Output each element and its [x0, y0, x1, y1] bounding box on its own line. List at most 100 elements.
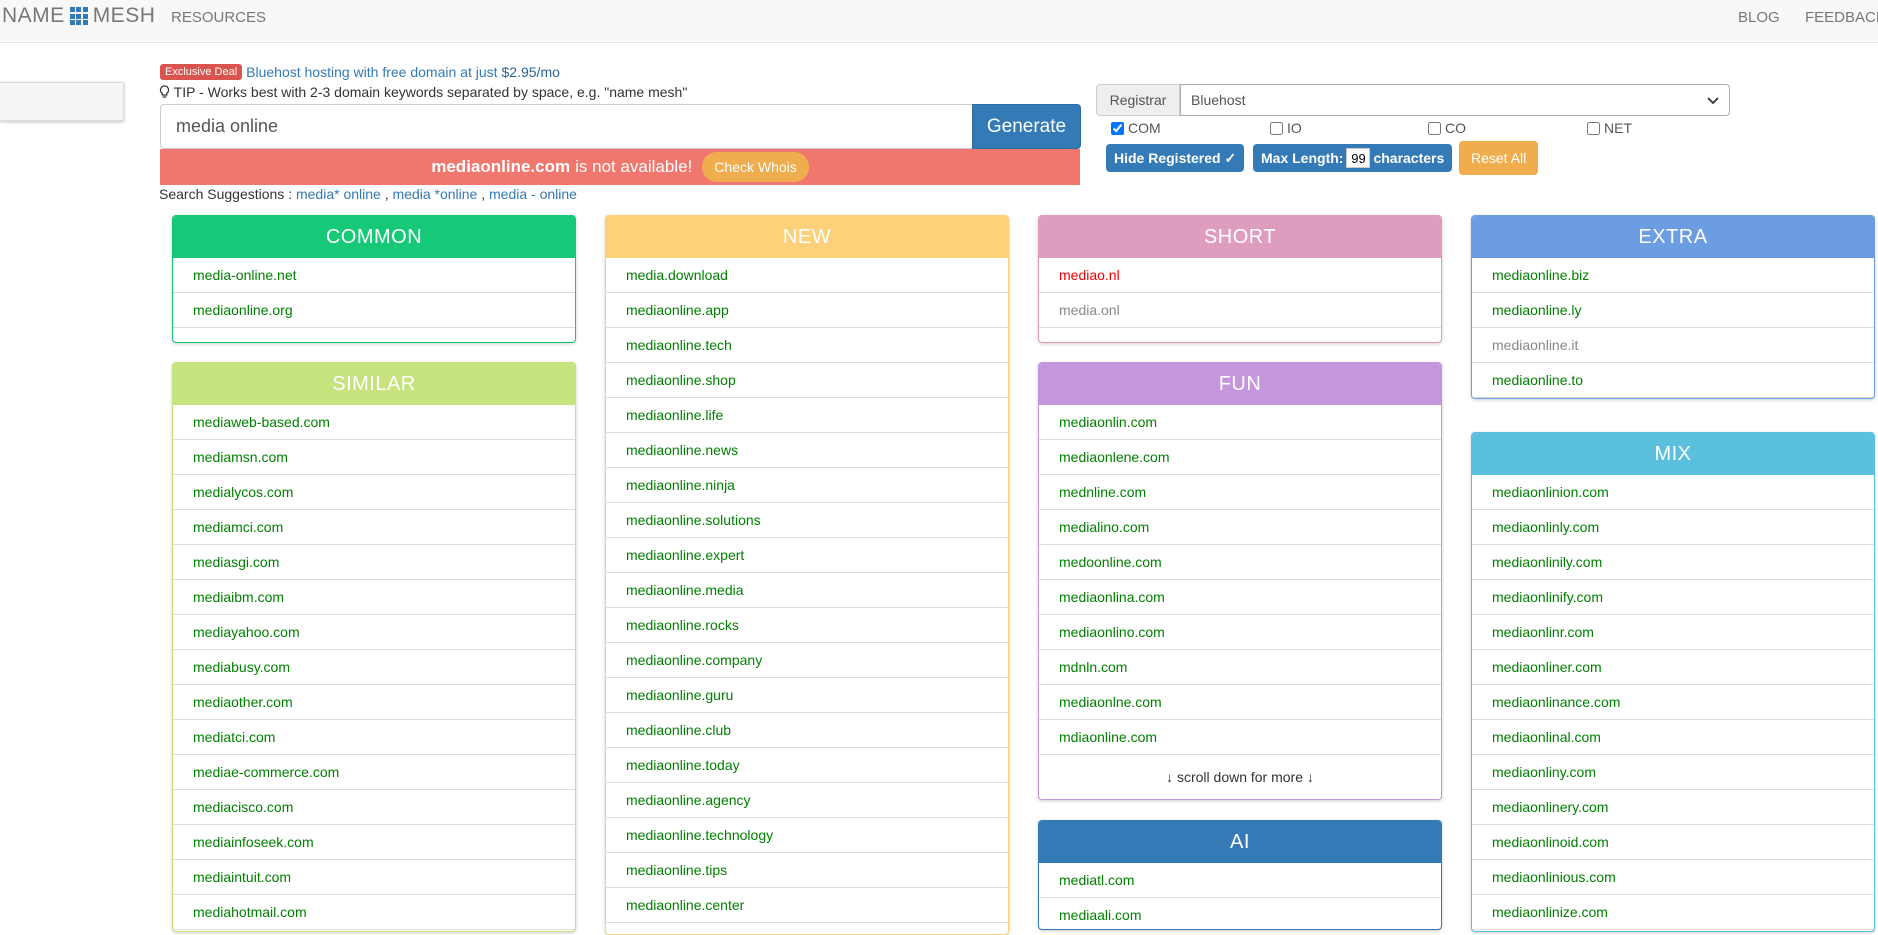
domain-list-item[interactable]: mediacisco.com: [173, 790, 575, 825]
domain-list-item[interactable]: mediaonlino.com: [1039, 615, 1441, 650]
suggestion-link[interactable]: media - online: [489, 186, 577, 202]
domain-list-item[interactable]: mediaonline.biz: [1472, 258, 1874, 293]
tld-co-checkbox[interactable]: [1428, 121, 1441, 135]
domain-list-item[interactable]: mediaonline.solutions: [606, 503, 1008, 538]
domain-list-item[interactable]: mediaonline.org: [173, 293, 575, 328]
tld-checkbox-net[interactable]: NET: [1587, 120, 1632, 136]
domain-list-item[interactable]: mediaonliner.com: [1472, 650, 1874, 685]
domain-list-item[interactable]: mediaonlinery.com: [1472, 790, 1874, 825]
domain-list-item[interactable]: mediaintuit.com: [173, 860, 575, 895]
domain-list-item[interactable]: mediaonlinion.com: [1472, 475, 1874, 510]
hide-registered-toggle[interactable]: Hide Registered ✓: [1106, 144, 1245, 172]
domain-list-item[interactable]: mediaonline.app: [606, 293, 1008, 328]
domain-list-item[interactable]: mediaonline.technology: [606, 818, 1008, 853]
domain-list-item[interactable]: mediayahoo.com: [173, 615, 575, 650]
domain-list-item[interactable]: mediaonlne.com: [1039, 685, 1441, 720]
search-suggestions: Search Suggestions : media* online , med…: [159, 186, 577, 202]
domain-list-item[interactable]: mediaonline.guru: [606, 678, 1008, 713]
domain-list-item[interactable]: mediae-commerce.com: [173, 755, 575, 790]
domain-list-item[interactable]: mediaibm.com: [173, 580, 575, 615]
domain-list-item[interactable]: mediaonline.it: [1472, 328, 1874, 363]
domain-list-item[interactable]: medialino.com: [1039, 510, 1441, 545]
registrar-select[interactable]: Bluehost: [1180, 84, 1730, 116]
registrar-label: Registrar: [1096, 84, 1180, 116]
deal-banner[interactable]: Exclusive Deal Bluehost hosting with fre…: [160, 64, 560, 80]
domain-list-item[interactable]: mediaonlinly.com: [1472, 510, 1874, 545]
tld-net-checkbox[interactable]: [1587, 121, 1600, 135]
domain-list-item[interactable]: mediaonline.shop: [606, 363, 1008, 398]
domain-list-item[interactable]: mediaonlina.com: [1039, 580, 1441, 615]
domain-list-item[interactable]: mediaonlinoid.com: [1472, 825, 1874, 860]
check-whois-button[interactable]: Check Whois: [702, 152, 809, 182]
domain-list-item[interactable]: mdnln.com: [1039, 650, 1441, 685]
tld-checkbox-io[interactable]: IO: [1270, 120, 1302, 136]
domain-list-item[interactable]: media.download: [606, 258, 1008, 293]
nav-blog-link[interactable]: BLOG: [1738, 9, 1780, 26]
domain-list-item[interactable]: mediaonline.expert: [606, 538, 1008, 573]
domain-list-item[interactable]: mediatci.com: [173, 720, 575, 755]
nav-feedback-link[interactable]: FEEDBACK: [1805, 9, 1878, 26]
domain-list-item[interactable]: mediaonline.today: [606, 748, 1008, 783]
max-length-input[interactable]: [1346, 148, 1371, 168]
domain-list-item[interactable]: mediaonliny.com: [1472, 755, 1874, 790]
domain-list-item[interactable]: mednline.com: [1039, 475, 1441, 510]
chevron-down-icon: [1707, 92, 1719, 108]
domain-list-item[interactable]: mediasgi.com: [173, 545, 575, 580]
tld-io-checkbox[interactable]: [1270, 121, 1283, 135]
domain-list-item[interactable]: media-online.net: [173, 258, 575, 293]
tld-com-checkbox[interactable]: [1111, 121, 1124, 135]
side-panel-tab[interactable]: [0, 82, 124, 121]
domain-list-item[interactable]: mediabusy.com: [173, 650, 575, 685]
domain-list-item[interactable]: mediaonlinance.com: [1472, 685, 1874, 720]
generate-button[interactable]: Generate: [972, 104, 1081, 149]
domain-list-item[interactable]: medoonline.com: [1039, 545, 1441, 580]
brand-logo[interactable]: NAME MESH: [2, 4, 155, 28]
domain-list-item[interactable]: mediaonlinily.com: [1472, 545, 1874, 580]
domain-list-item[interactable]: mediainfoseek.com: [173, 825, 575, 860]
domain-list-item[interactable]: mediaonline.rocks: [606, 608, 1008, 643]
domain-list-item[interactable]: mediaonlinify.com: [1472, 580, 1874, 615]
panel-mix: MIX mediaonlinion.com mediaonlinly.com medi…: [1471, 432, 1875, 932]
domain-list-item[interactable]: mediao.nl: [1039, 258, 1441, 293]
domain-list-item[interactable]: mediaonline.to: [1472, 363, 1874, 398]
domain-list-item[interactable]: mediaother.com: [173, 685, 575, 720]
domain-list-item[interactable]: mediahotmail.com: [173, 895, 575, 930]
domain-list-item[interactable]: mediaonline.agency: [606, 783, 1008, 818]
domain-list-item[interactable]: mediaweb-based.com: [173, 405, 575, 440]
grid-icon: [69, 7, 88, 25]
domain-list-item[interactable]: mediaonline.company: [606, 643, 1008, 678]
search-input[interactable]: [160, 104, 972, 149]
domain-list: mediaonline.biz mediaonline.ly mediaonline…: [1472, 258, 1874, 398]
domain-list-item[interactable]: media.onl: [1039, 293, 1441, 328]
domain-list-item[interactable]: mediaonlinr.com: [1472, 615, 1874, 650]
nav-resources-link[interactable]: RESOURCES: [171, 9, 266, 26]
domain-list-item[interactable]: mediaonline.ninja: [606, 468, 1008, 503]
domain-list-item[interactable]: mediamsn.com: [173, 440, 575, 475]
brand-name-left: NAME: [2, 4, 65, 27]
domain-list-item[interactable]: mediaonline.news: [606, 433, 1008, 468]
domain-list-item[interactable]: mediatl.com: [1039, 863, 1441, 898]
domain-list-item[interactable]: mediamci.com: [173, 510, 575, 545]
deal-price[interactable]: $2.95/mo: [502, 64, 560, 80]
domain-list-item[interactable]: mediaonline.club: [606, 713, 1008, 748]
domain-list-item[interactable]: mdiaonline.com: [1039, 720, 1441, 755]
suggestion-link[interactable]: media *online: [393, 186, 478, 202]
suggestion-link[interactable]: media* online: [296, 186, 381, 202]
domain-list-item[interactable]: medialycos.com: [173, 475, 575, 510]
domain-list-item[interactable]: mediaonline.ly: [1472, 293, 1874, 328]
domain-list-item[interactable]: mediaonlinize.com: [1472, 895, 1874, 930]
domain-list-item[interactable]: mediaonline.media: [606, 573, 1008, 608]
tld-checkbox-co[interactable]: CO: [1428, 120, 1466, 136]
domain-list-item[interactable]: mediaonline.center: [606, 888, 1008, 923]
deal-text[interactable]: Bluehost hosting with free domain at jus…: [246, 64, 497, 80]
domain-list-item[interactable]: mediaonline.tech: [606, 328, 1008, 363]
tld-checkbox-com[interactable]: COM: [1111, 120, 1161, 136]
domain-list-item[interactable]: mediaonlin.com: [1039, 405, 1441, 440]
domain-list-item[interactable]: mediaonlinious.com: [1472, 860, 1874, 895]
domain-list-item[interactable]: mediaonlene.com: [1039, 440, 1441, 475]
domain-list-item[interactable]: mediaonline.tips: [606, 853, 1008, 888]
domain-list-item[interactable]: mediaali.com: [1039, 898, 1441, 929]
reset-all-button[interactable]: Reset All: [1459, 141, 1539, 175]
domain-list-item[interactable]: mediaonline.life: [606, 398, 1008, 433]
domain-list-item[interactable]: mediaonlinal.com: [1472, 720, 1874, 755]
